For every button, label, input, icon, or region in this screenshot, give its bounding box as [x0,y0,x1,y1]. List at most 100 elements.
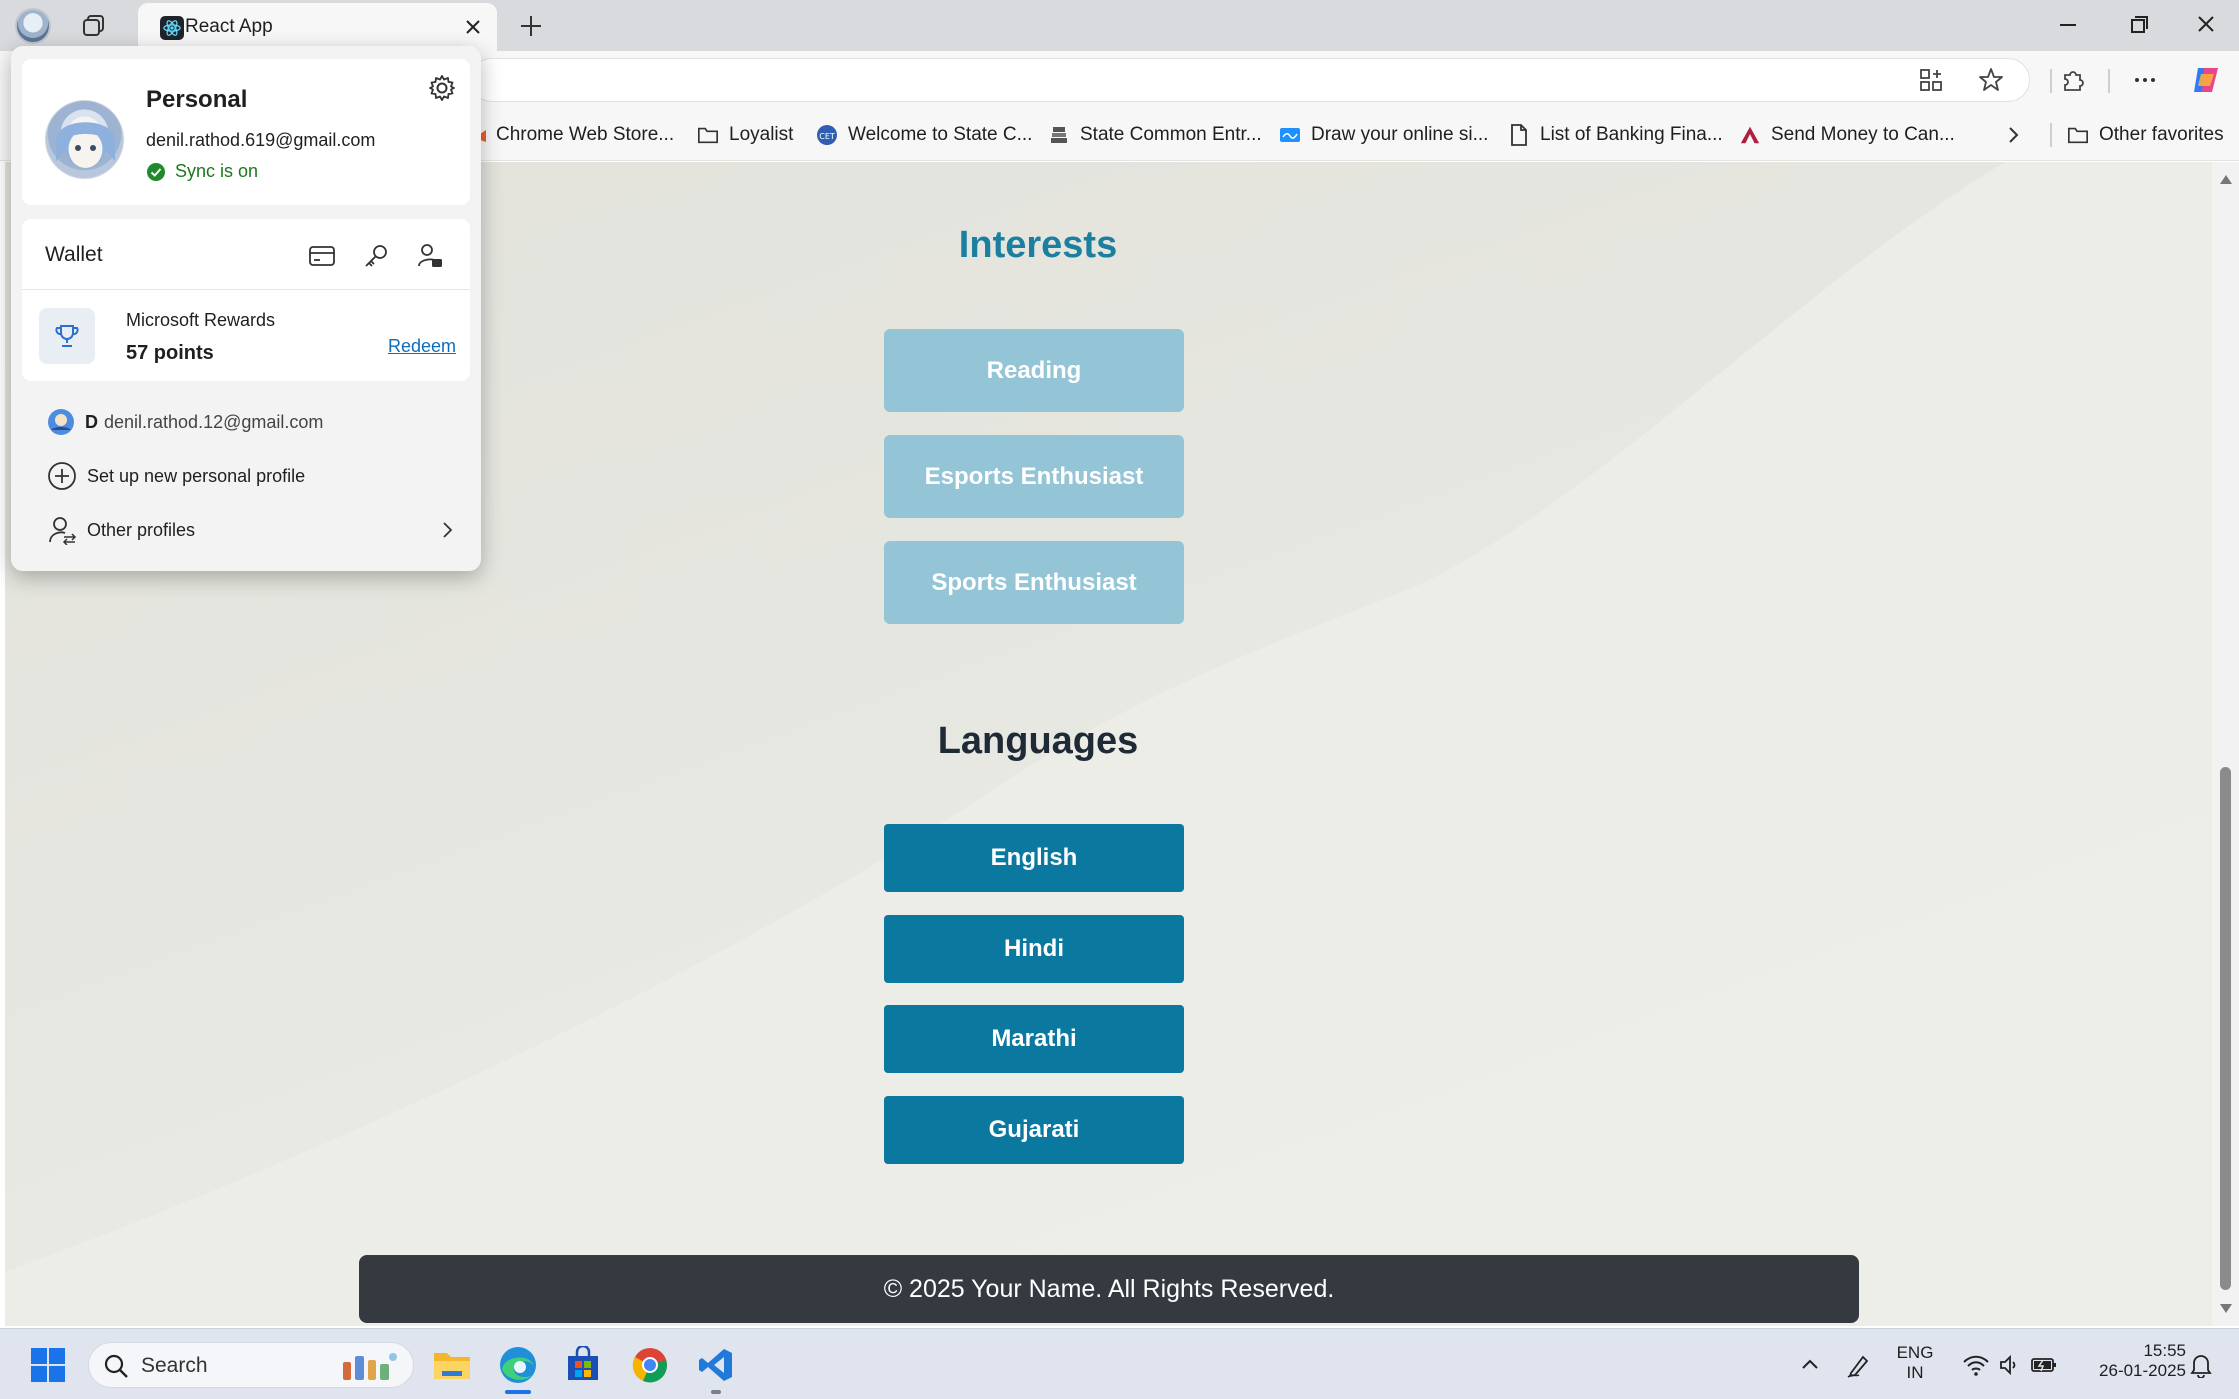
store-button[interactable] [559,1341,607,1389]
personal-info-button[interactable] [415,241,445,271]
favorites-separator [2050,123,2052,147]
close-window-button[interactable] [2186,10,2226,40]
profile-avatar-button[interactable] [15,8,51,44]
restore-button[interactable] [2118,10,2158,40]
input-language-indicator[interactable]: ENG IN [1890,1343,1940,1383]
copilot-button[interactable] [2190,64,2222,96]
clock[interactable]: 15:55 26-01-2025 [2076,1341,2186,1381]
favorite-label: Welcome to State C... [848,124,1033,145]
minimize-button[interactable] [2048,10,2088,40]
microsoft-rewards-row[interactable]: Microsoft Rewards 57 points Redeem [22,290,470,381]
language-chip[interactable]: Marathi [884,1005,1184,1073]
profile-card: Personal denil.rathod.619@gmail.com Sync… [22,59,470,205]
quick-settings-button[interactable] [1950,1341,2070,1389]
new-tab-button[interactable] [513,8,549,44]
tab-close-button[interactable] [461,15,485,39]
favorite-draw-online-signature[interactable]: Draw your online si... [1279,121,1488,149]
tab-react-app[interactable]: React App [138,3,497,51]
rewards-label: Microsoft Rewards [126,310,276,330]
interest-chip[interactable]: Reading [884,329,1184,412]
pen-menu-button[interactable] [1835,1341,1883,1389]
scroll-thumb[interactable] [2220,767,2231,1290]
chrome-button[interactable] [626,1341,674,1389]
profiles-switch-icon [49,517,77,545]
bank-logo-icon [1739,124,1761,146]
search-highlight-icon [343,1353,397,1380]
signature-icon [1279,124,1301,146]
file-explorer-button[interactable] [428,1341,476,1389]
other-favorites-folder[interactable]: Other favorites [2067,121,2224,149]
redeem-link[interactable]: Redeem [388,336,456,357]
passwords-button[interactable] [361,241,391,271]
scroll-up-arrow[interactable] [2218,172,2234,186]
profile-settings-button[interactable] [427,73,457,103]
region-code: IN [1906,1363,1924,1382]
document-icon [1508,124,1530,146]
new-profile-row[interactable]: Set up new personal profile [47,461,305,491]
favorite-send-money[interactable]: Send Money to Can... [1739,121,1955,149]
puzzle-icon [2064,71,2084,91]
folder-icon [2067,124,2089,146]
taskbar-search[interactable]: Search [88,1342,414,1388]
vscode-icon [699,1349,732,1381]
split-screen-button[interactable] [1915,64,1947,96]
scroll-down-arrow[interactable] [2218,1302,2234,1316]
pen-icon [1847,1355,1869,1378]
chrome-icon [632,1348,667,1383]
favorite-list-banking[interactable]: List of Banking Fina... [1508,121,1723,149]
favorite-label: List of Banking Fina... [1540,124,1723,145]
person-card-icon [418,244,442,267]
interests-title: Interests [958,224,1118,266]
favorite-state-common-entrance[interactable]: State Common Entr... [1048,121,1262,149]
search-label: Search [141,1354,208,1377]
title-bar: React App [0,0,2239,51]
key-icon [365,245,387,267]
favorite-chrome-web-store[interactable]: Chrome Web Store... [474,121,674,149]
favorite-loyalist[interactable]: Loyalist [697,121,793,149]
language-code: ENG [1896,1343,1934,1362]
page-footer: © 2025 Your Name. All Rights Reserved. [359,1255,1859,1323]
new-profile-label: Set up new personal profile [87,465,306,486]
favorite-label: Chrome Web Store... [496,124,675,145]
edge-active-indicator [505,1390,531,1394]
close-icon [466,20,480,34]
switch-account-row[interactable]: D denil.rathod.12@gmail.com [47,408,323,436]
language-chip[interactable]: Hindi [884,915,1184,983]
folder-icon [697,124,719,146]
favorite-welcome-state-cet[interactable]: CET Welcome to State C... [816,121,1032,149]
folder-icon [434,1353,470,1379]
extensions-button[interactable] [2057,64,2089,96]
minimize-icon [2060,24,2076,26]
payment-methods-button[interactable] [307,241,337,271]
more-menu-button[interactable] [2129,64,2161,96]
favorite-star-button[interactable] [1975,64,2007,96]
language-chip[interactable]: Gujarati [884,1096,1184,1164]
chevron-right-icon [443,522,453,538]
notifications-button[interactable] [2186,1341,2216,1389]
search-icon [104,1354,128,1378]
star-icon [1979,68,2003,91]
favorites-overflow-button[interactable] [2002,121,2024,149]
vscode-button[interactable] [692,1341,740,1389]
triangle-up-icon [2220,175,2232,184]
other-profiles-row[interactable]: Other profiles [47,515,457,545]
other-favorites-label: Other favorites [2099,124,2224,145]
workspaces-button[interactable] [76,8,112,44]
account-initial: D [85,411,98,432]
page-scrollbar[interactable] [2212,162,2239,1326]
rewards-points: 57 points [126,342,214,364]
clock-time: 15:55 [2143,1341,2186,1360]
add-circle-icon [48,462,76,490]
account-avatar-icon [48,409,74,435]
profile-email: denil.rathod.619@gmail.com [146,130,376,150]
start-button[interactable] [24,1341,72,1389]
profile-avatar[interactable] [45,100,124,179]
edge-taskbar-button[interactable] [494,1341,542,1389]
interest-chip[interactable]: Sports Enthusiast [884,541,1184,624]
triangle-down-icon [2220,1304,2232,1313]
show-hidden-icons-button[interactable] [1786,1341,1834,1389]
address-bar[interactable] [470,58,2030,102]
language-chip[interactable]: English [884,824,1184,892]
interest-chip[interactable]: Esports Enthusiast [884,435,1184,518]
check-circle-icon [147,162,165,181]
